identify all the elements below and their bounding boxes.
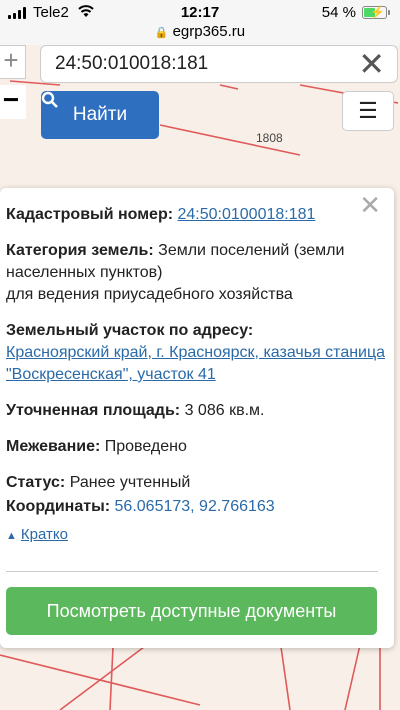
close-popup-icon[interactable]: ✕ xyxy=(359,192,381,218)
zoom-out-button[interactable]: − xyxy=(0,85,26,119)
survey-row: Межевание: Проведено xyxy=(6,436,388,458)
cadastral-map[interactable]: 1808 1793 + − 24:50:010018:181 ✕ Найти ☰… xyxy=(0,45,400,710)
brief-link[interactable]: Кратко xyxy=(21,526,68,543)
survey-label: Межевание: xyxy=(6,438,101,455)
parcel-info-popup: ✕ Кадастровый номер: 24:50:0100018:181 К… xyxy=(0,188,394,648)
coordinates-row: Координаты: 56.065173, 92.766163 xyxy=(6,496,388,518)
parcel-number-label: 1808 xyxy=(256,131,283,145)
view-documents-button[interactable]: Посмотреть доступные документы xyxy=(6,587,377,635)
search-input-value: 24:50:010018:181 xyxy=(55,53,209,74)
land-usage-value: для ведения приусадебного хозяйства xyxy=(6,286,293,303)
divider xyxy=(6,571,378,572)
search-input[interactable]: 24:50:010018:181 ✕ xyxy=(40,45,398,83)
cadastral-number-label: Кадастровый номер: xyxy=(6,206,174,223)
area-value: 3 086 кв.м. xyxy=(184,402,265,419)
find-button[interactable]: Найти xyxy=(41,91,159,139)
address-row: Земельный участок по адресу: Красноярски… xyxy=(6,320,388,386)
brief-toggle[interactable]: ▲ Кратко xyxy=(6,520,388,547)
zoom-in-button[interactable]: + xyxy=(0,45,26,79)
address-label: Земельный участок по адресу: xyxy=(6,322,254,339)
area-label: Уточненная площадь: xyxy=(6,402,181,419)
status-row: Статус: Ранее учтенный xyxy=(6,472,388,494)
coordinates-label: Координаты: xyxy=(6,498,111,515)
menu-button[interactable]: ☰ xyxy=(342,91,394,131)
url-domain: egrp365.ru xyxy=(172,23,246,40)
status-label: Статус: xyxy=(6,474,66,491)
triangle-up-icon: ▲ xyxy=(6,530,17,542)
lock-icon: 🔒 xyxy=(154,27,169,39)
area-row: Уточненная площадь: 3 086 кв.м. xyxy=(6,400,388,422)
coordinates-value[interactable]: 56.065173, 92.766163 xyxy=(115,498,275,515)
search-icon xyxy=(41,91,58,108)
clear-search-icon[interactable]: ✕ xyxy=(358,48,385,80)
battery-percent: 54 % xyxy=(321,4,356,21)
status-value: Ранее учтенный xyxy=(69,474,191,491)
survey-value: Проведено xyxy=(104,438,187,455)
cadastral-number-row: Кадастровый номер: 24:50:0100018:181 xyxy=(6,204,388,226)
battery-icon: ⚡ xyxy=(362,5,390,19)
find-button-label: Найти xyxy=(72,104,128,125)
address-link[interactable]: Красноярский край, г. Красноярск, казачь… xyxy=(6,344,385,383)
address-bar[interactable]: 🔒 egrp365.ru xyxy=(0,23,400,45)
cadastral-number-link[interactable]: 24:50:0100018:181 xyxy=(178,206,316,223)
land-category-row: Категория земель: Земли поселений (земли… xyxy=(6,240,388,306)
land-category-label: Категория земель: xyxy=(6,242,154,259)
